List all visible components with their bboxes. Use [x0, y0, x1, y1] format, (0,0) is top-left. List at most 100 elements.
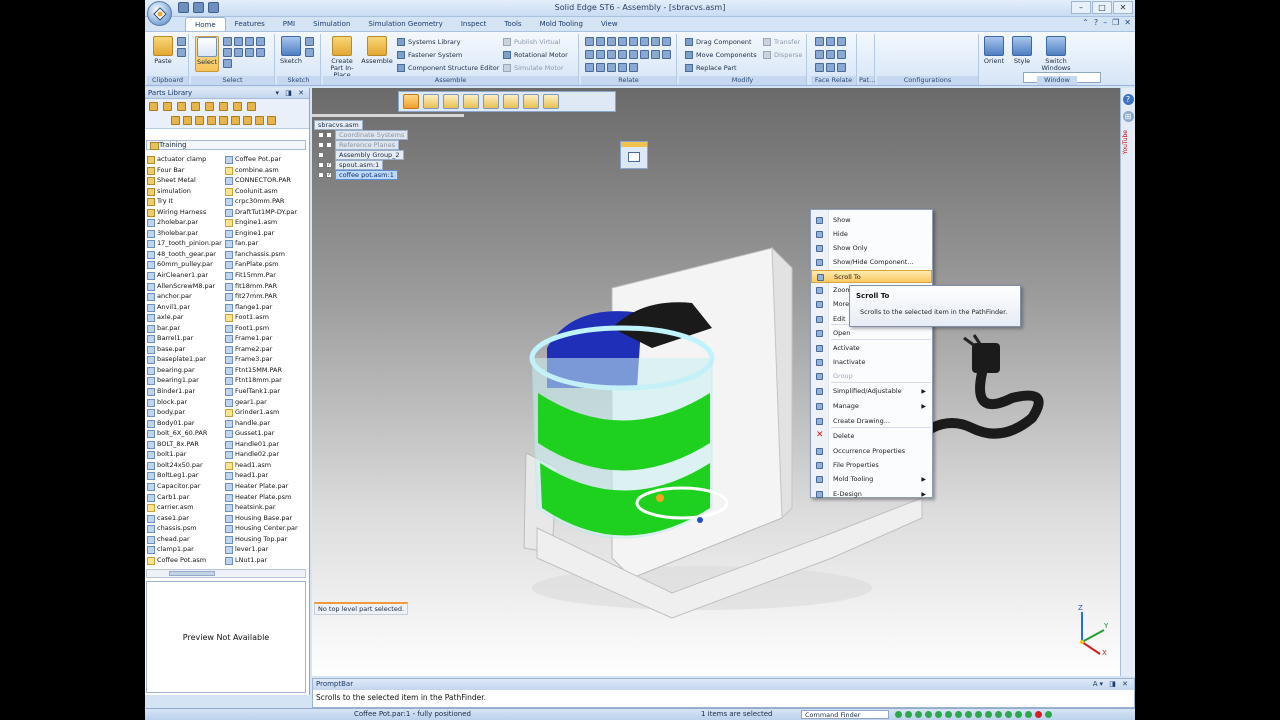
help-icon[interactable]: ?	[1094, 18, 1098, 27]
file-list-item[interactable]: Heater Plate.par	[224, 481, 304, 492]
file-list-item[interactable]: FuelTank1.par	[224, 386, 304, 397]
menu-item-show[interactable]: Show	[811, 214, 932, 227]
folder-path-combo[interactable]: Training	[146, 140, 306, 150]
file-list-item[interactable]: Fit15mm.Par	[224, 270, 304, 281]
menu-item-inactivate[interactable]: Inactivate	[811, 356, 932, 369]
menu-item-occurrence-properties[interactable]: Occurrence Properties	[811, 445, 932, 458]
select-tool-icon[interactable]	[245, 48, 254, 57]
file-list-item[interactable]: Ftnt15MM.PAR	[224, 365, 304, 376]
file-list-item[interactable]: Coffee Pot.par	[224, 154, 304, 165]
resource-icon[interactable]: ⊞	[1122, 111, 1134, 122]
file-list-item[interactable]: chead.par	[146, 534, 226, 545]
file-list-item[interactable]: heatsink.par	[224, 502, 304, 513]
library-tool-icon[interactable]	[233, 102, 242, 111]
library-tool-icon[interactable]	[231, 116, 240, 125]
systems-library-button[interactable]: Systems Library	[397, 38, 460, 46]
sketch-button[interactable]: Sketch	[279, 36, 303, 65]
file-list-item[interactable]: 3holebar.par	[146, 228, 226, 239]
file-list-item[interactable]: Anvil1.par	[146, 302, 226, 313]
publish-virtual-button[interactable]: Publish Virtual	[503, 38, 560, 46]
face-relate-icon[interactable]	[837, 37, 846, 46]
relate-icon[interactable]	[629, 37, 638, 46]
file-list-item[interactable]: Coolunit.asm	[224, 186, 304, 197]
file-list-item[interactable]: handle.par	[224, 418, 304, 429]
library-tool-icon[interactable]	[219, 116, 228, 125]
minimize-ribbon-icon[interactable]: ⌃	[1082, 18, 1089, 27]
menu-item-delete[interactable]: ✕ Delete	[811, 430, 932, 443]
switch-windows-button[interactable]: Switch Windows	[1041, 36, 1071, 72]
file-list-item[interactable]: Frame3.par	[224, 354, 304, 365]
menu-item-simplified-adjustable[interactable]: Simplified/Adjustable ▶	[811, 385, 932, 398]
scroll-thumb[interactable]	[169, 571, 215, 576]
view-icon[interactable]	[1005, 711, 1012, 718]
style-button[interactable]: Style	[1009, 36, 1035, 65]
view-icon[interactable]	[1045, 711, 1052, 718]
file-list-item[interactable]: fan.par	[224, 238, 304, 249]
file-list-item[interactable]: Gusset1.par	[224, 428, 304, 439]
file-list-item[interactable]: bolt1.par	[146, 449, 226, 460]
file-list-item[interactable]: Carb1.par	[146, 492, 226, 503]
file-list-item[interactable]: 60mm_pulley.par	[146, 259, 226, 270]
file-list-item[interactable]: axle.par	[146, 312, 226, 323]
select-tool-icon[interactable]	[223, 59, 232, 68]
relate-icon[interactable]	[618, 50, 627, 59]
prompt-bar-controls[interactable]: A▾ ◨ ✕	[1093, 679, 1130, 690]
relate-icon[interactable]	[596, 50, 605, 59]
file-list-item[interactable]: fit18mm.PAR	[224, 281, 304, 292]
close-button[interactable]: ✕	[1113, 1, 1133, 14]
file-list-item[interactable]: carrier.asm	[146, 502, 226, 513]
component-structure-editor-button[interactable]: Component Structure Editor	[397, 64, 499, 72]
tab-mold-tooling[interactable]: Mold Tooling	[531, 17, 592, 31]
relate-icon[interactable]	[618, 63, 627, 72]
file-list-item[interactable]: Capacitor.par	[146, 481, 226, 492]
face-relate-icon[interactable]	[826, 50, 835, 59]
file-list-item[interactable]: Frame1.par	[224, 333, 304, 344]
relate-icon[interactable]	[585, 37, 594, 46]
relate-icon[interactable]	[640, 50, 649, 59]
menu-item-hide[interactable]: Hide	[811, 228, 932, 241]
relate-icon[interactable]	[607, 37, 616, 46]
move-components-button[interactable]: Move Components	[685, 51, 757, 59]
relate-icon[interactable]	[651, 50, 660, 59]
face-relate-icon[interactable]	[837, 50, 846, 59]
face-relate-icon[interactable]	[815, 50, 824, 59]
relate-icon[interactable]	[640, 37, 649, 46]
relate-icon[interactable]	[662, 50, 671, 59]
face-relate-icon[interactable]	[837, 63, 846, 72]
rotational-motor-button[interactable]: Rotational Motor	[503, 51, 568, 59]
relate-icon[interactable]	[629, 50, 638, 59]
file-list-item[interactable]: Ftnt18mm.par	[224, 375, 304, 386]
file-list-item[interactable]: LNut1.par	[224, 555, 304, 566]
application-button[interactable]	[147, 1, 172, 26]
simulate-motor-button[interactable]: Simulate Motor	[503, 64, 564, 72]
view-icon[interactable]	[995, 711, 1002, 718]
relate-icon[interactable]	[585, 63, 594, 72]
library-tool-icon[interactable]	[163, 102, 172, 111]
file-list-item[interactable]: Barrel1.par	[146, 333, 226, 344]
file-list-item[interactable]: Frame2.par	[224, 344, 304, 355]
doc-minimize-icon[interactable]: –	[1103, 18, 1107, 27]
graphics-window[interactable]: sbracvs.asm Coordinate Systems Reference …	[312, 88, 1120, 676]
file-list-item[interactable]: Engine1.asm	[224, 217, 304, 228]
file-list-item[interactable]: anchor.par	[146, 291, 226, 302]
library-tool-icon[interactable]	[255, 116, 264, 125]
library-tool-icon[interactable]	[267, 116, 276, 125]
command-finder-input[interactable]: Command Finder	[801, 710, 889, 719]
file-list-item[interactable]: simulation	[146, 186, 226, 197]
file-list-item[interactable]: Housing Base.par	[224, 513, 304, 524]
tab-features[interactable]: Features	[226, 17, 274, 31]
file-list-item[interactable]: FanPlate.psm	[224, 259, 304, 270]
tab-inspect[interactable]: Inspect	[452, 17, 496, 31]
select-tool-icon[interactable]	[223, 37, 232, 46]
file-list-item[interactable]: Try It	[146, 196, 226, 207]
file-list-item[interactable]: head1.asm	[224, 460, 304, 471]
file-list-item[interactable]: Housing Center.par	[224, 523, 304, 534]
help-icon[interactable]: ?	[1122, 94, 1134, 105]
relate-icon[interactable]	[596, 37, 605, 46]
file-list-item[interactable]: bar.par	[146, 323, 226, 334]
tab-view[interactable]: View	[592, 17, 627, 31]
view-icon[interactable]	[965, 711, 972, 718]
library-tool-icon[interactable]	[247, 102, 256, 111]
relate-icon[interactable]	[629, 63, 638, 72]
file-list-item[interactable]: 17_tooth_pinion.par	[146, 238, 226, 249]
